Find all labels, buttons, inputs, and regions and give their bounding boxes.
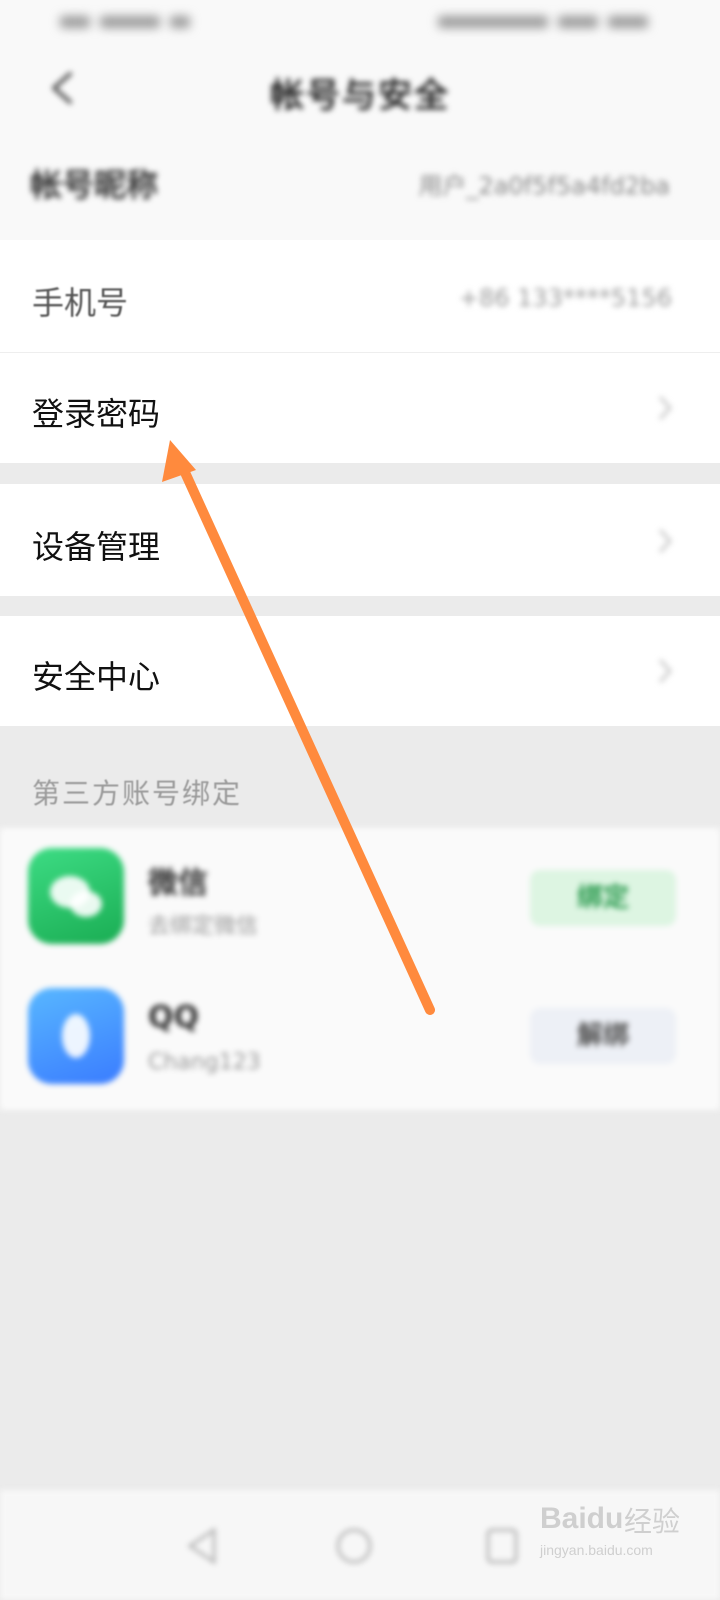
watermark-url: jingyan.baidu.com bbox=[540, 1542, 653, 1558]
page-title: 帐号与安全 bbox=[270, 76, 450, 116]
status-bar bbox=[0, 0, 720, 48]
nav-bar: 帐号与安全 bbox=[0, 48, 720, 128]
nickname-label: 帐号昵称 bbox=[30, 166, 159, 204]
security-center-row[interactable]: 安全中心 bbox=[0, 616, 720, 726]
back-triangle-icon[interactable] bbox=[184, 1526, 220, 1566]
login-password-row[interactable]: 登录密码 bbox=[0, 353, 720, 463]
chevron-right-icon bbox=[658, 658, 672, 684]
watermark-cn: 经验 bbox=[624, 1505, 681, 1538]
chevron-right-icon bbox=[658, 395, 672, 421]
baidu-watermark: Baidu 经验 jingyan.baidu.com bbox=[540, 1496, 700, 1558]
device-management-row[interactable]: 设备管理 bbox=[0, 484, 720, 596]
third-party-section-label: 第三方账号绑定 bbox=[32, 777, 243, 810]
nickname-value: 用户_2a0f5f5a4fd2ba bbox=[418, 172, 670, 200]
qq-status: Chang123 bbox=[148, 1050, 261, 1075]
phone-value: +86 133****5156 bbox=[458, 284, 672, 312]
device-management-label: 设备管理 bbox=[32, 528, 161, 566]
qq-icon bbox=[28, 988, 124, 1084]
home-circle-icon[interactable] bbox=[334, 1526, 374, 1566]
qq-name: QQ bbox=[148, 1000, 200, 1035]
login-password-label: 登录密码 bbox=[32, 395, 161, 433]
top-header-area: 帐号与安全 帐号昵称 用户_2a0f5f5a4fd2ba bbox=[0, 0, 720, 240]
watermark-brand: Baidu bbox=[540, 1502, 624, 1535]
third-party-bindings: 微信 去绑定微信 绑定 QQ Chang123 解绑 bbox=[0, 828, 720, 1110]
wechat-icon bbox=[28, 848, 124, 944]
nickname-row[interactable]: 帐号昵称 用户_2a0f5f5a4fd2ba bbox=[0, 128, 720, 238]
system-indicators bbox=[438, 10, 648, 34]
signal-indicators bbox=[60, 10, 195, 34]
wechat-name: 微信 bbox=[148, 866, 208, 901]
security-center-label: 安全中心 bbox=[32, 658, 161, 696]
recent-square-icon[interactable] bbox=[484, 1526, 520, 1566]
chevron-right-icon bbox=[658, 528, 672, 554]
wechat-bind-button[interactable]: 绑定 bbox=[530, 870, 676, 926]
phone-row[interactable]: 手机号 +86 133****5156 bbox=[0, 240, 720, 352]
phone-label: 手机号 bbox=[32, 284, 129, 322]
wechat-status: 去绑定微信 bbox=[148, 914, 259, 939]
qq-unbind-button[interactable]: 解绑 bbox=[530, 1008, 676, 1064]
